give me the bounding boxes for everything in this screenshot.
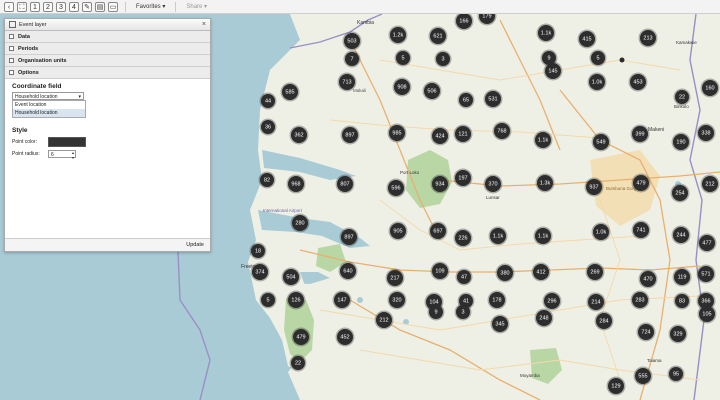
- map-label-taiama: Taiama: [647, 358, 662, 363]
- point-color-label: Point color:: [12, 139, 38, 145]
- coordinate-field-select[interactable]: Household location ▾: [12, 92, 84, 100]
- map-label-makeni: Makeni: [648, 127, 665, 133]
- map-label-airport: International Airport: [263, 208, 303, 213]
- layer-1-button[interactable]: 1: [30, 1, 40, 12]
- expand-icon: [9, 46, 14, 51]
- map-label-port-loko: Port Loko: [400, 170, 420, 175]
- close-icon[interactable]: ×: [202, 21, 206, 28]
- expand-icon: [9, 58, 14, 63]
- toolbar-divider: [175, 1, 177, 12]
- point-radius-label: Point radius:: [12, 151, 40, 157]
- coordinate-field-heading: Coordinate field: [12, 83, 62, 90]
- section-label: Data: [18, 33, 30, 40]
- toolbar-divider: [125, 1, 126, 12]
- section-organisation-units[interactable]: Organisation units: [5, 55, 210, 67]
- panel-header: Event layer ×: [5, 19, 210, 31]
- event-layer-panel: Event layer × Data Periods Organisation …: [4, 18, 211, 252]
- map-label-binkolo: Binkolo: [674, 104, 689, 109]
- user-button[interactable]: ⛶: [17, 1, 27, 12]
- point-radius-row: Point radius: 6 ▴ ▾: [12, 150, 203, 160]
- layer-icon: [9, 21, 16, 28]
- expand-icon: [9, 34, 14, 39]
- update-button[interactable]: Update: [186, 242, 204, 248]
- panel-title: Event layer: [19, 21, 47, 28]
- toolbar: ‹ ⛶ 1 2 3 4 ✎ ▤ ▭ Favorites ▾ Share ▾: [0, 0, 720, 14]
- favorites-menu[interactable]: Favorites ▾: [136, 3, 165, 10]
- coordinate-field-dropdown: Event location Household location: [12, 100, 86, 118]
- point-radius-value: 6: [51, 152, 54, 158]
- map-label-lunsar: Lunsar: [486, 195, 500, 200]
- section-data[interactable]: Data: [5, 31, 210, 43]
- select-value: Household location: [15, 94, 58, 100]
- download-button[interactable]: ▭: [108, 1, 118, 12]
- back-button[interactable]: ‹: [4, 1, 14, 12]
- dropdown-option-household-location[interactable]: Household location: [13, 109, 85, 117]
- section-options[interactable]: Options: [5, 67, 210, 79]
- collapse-icon: [9, 70, 14, 75]
- layer-2-button[interactable]: 2: [43, 1, 53, 12]
- edit-button[interactable]: ✎: [82, 1, 92, 12]
- map-label-bumbuna: Bumbuna Gorge: [606, 186, 640, 191]
- map-label-freetown: Freetown: [241, 264, 262, 270]
- layer-4-button[interactable]: 4: [69, 1, 79, 12]
- point-color-row: Point color:: [12, 137, 203, 147]
- section-label: Periods: [18, 45, 39, 52]
- map-label-moyamba: Moyamba: [520, 373, 540, 378]
- section-label: Organisation units: [18, 57, 67, 64]
- share-menu[interactable]: Share ▾: [186, 3, 207, 10]
- dropdown-option-event-location[interactable]: Event location: [13, 101, 85, 109]
- section-periods[interactable]: Periods: [5, 43, 210, 55]
- map-label-kambia: Kambia: [357, 20, 374, 26]
- section-label: Options: [18, 69, 39, 76]
- map-label-kamakwie: Kamakwie: [676, 40, 697, 45]
- map-label-makali: Makali: [353, 88, 367, 93]
- style-heading: Style: [12, 127, 28, 134]
- panel-footer: Update: [5, 238, 210, 251]
- point-color-picker[interactable]: [48, 137, 86, 147]
- layer-3-button[interactable]: 3: [56, 1, 66, 12]
- chevron-down-icon: ▾: [78, 94, 81, 100]
- spinner-icon: ▴ ▾: [71, 150, 74, 160]
- point-radius-stepper[interactable]: 6 ▴ ▾: [48, 150, 76, 160]
- table-button[interactable]: ▤: [95, 1, 105, 12]
